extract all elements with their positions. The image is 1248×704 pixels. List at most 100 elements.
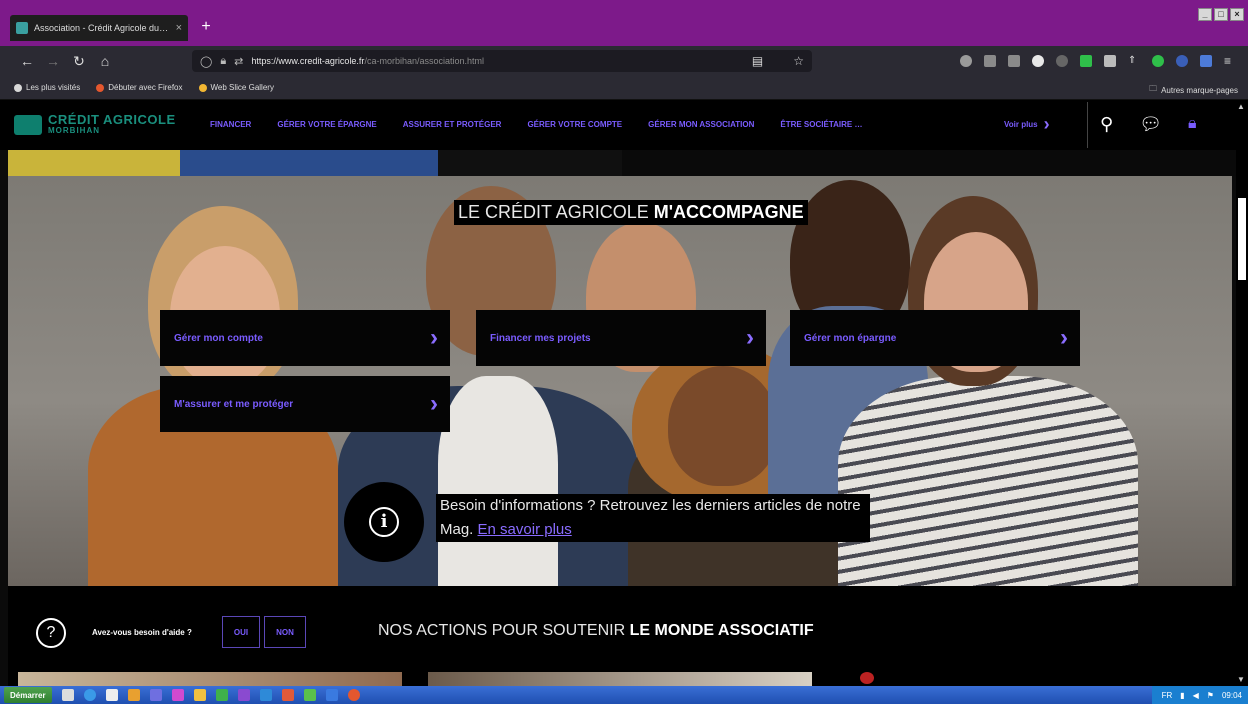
app-icon[interactable] — [149, 689, 162, 701]
library-icon[interactable] — [1008, 55, 1020, 67]
taskbar-apps — [61, 689, 360, 701]
help-question: Avez-vous besoin d'aide ? — [92, 628, 192, 637]
menu-icon[interactable]: ≡ — [1224, 55, 1236, 67]
search-icon[interactable]: ⚲ — [1100, 114, 1113, 134]
bookmark-gear-icon — [14, 83, 22, 92]
hero-banner: LE CRÉDIT AGRICOLE M'ACCOMPAGNE Gérer mo… — [8, 176, 1232, 586]
app-icon[interactable] — [193, 689, 206, 701]
card-assurer-proteger[interactable]: M'assurer et me protéger › — [160, 376, 450, 432]
bookmark-item[interactable]: Web Slice Gallery — [198, 83, 274, 92]
extension-5-icon[interactable]: ⇑ — [1128, 55, 1140, 67]
chevron-right-icon: › — [430, 390, 438, 417]
other-bookmarks-label: Autres marque-pages — [1161, 85, 1238, 95]
help-no-button[interactable]: NON — [264, 616, 306, 648]
app-icon[interactable] — [237, 689, 250, 701]
network-icon[interactable]: ▮ — [1180, 691, 1184, 700]
extensions: ⇑ ≡ — [960, 50, 1236, 72]
scroll-thumb[interactable] — [1238, 198, 1246, 280]
scroll-down-icon[interactable]: ▼ — [1237, 675, 1245, 684]
bookmark-label: Débuter avec Firefox — [108, 83, 183, 92]
nav-financer[interactable]: FINANCER — [210, 120, 251, 129]
bookmark-star-icon[interactable]: ☆ — [793, 54, 804, 68]
logo[interactable]: CRÉDIT AGRICOLE MORBIHAN — [14, 113, 176, 136]
firefox-icon — [96, 83, 105, 92]
pocket-icon[interactable] — [984, 55, 996, 67]
extension-7-icon[interactable] — [1176, 55, 1188, 67]
article-thumbnail[interactable] — [18, 672, 402, 686]
nav-societaire[interactable]: ÊTRE SOCIÉTAIRE … — [780, 120, 862, 129]
card-label: Gérer mon épargne — [804, 332, 897, 344]
clock[interactable]: 09:04 — [1222, 691, 1242, 700]
card-gerer-epargne[interactable]: Gérer mon épargne › — [790, 310, 1080, 366]
logo-text: CRÉDIT AGRICOLE MORBIHAN — [48, 113, 176, 136]
other-bookmarks[interactable]: 🗀︎ Autres marque-pages — [1149, 83, 1238, 97]
extension-8-icon[interactable] — [1200, 55, 1212, 67]
app-icon[interactable] — [281, 689, 294, 701]
screen: Association - Crédit Agricole du M… × + … — [0, 0, 1248, 704]
home-icon[interactable]: ⌂ — [92, 48, 118, 74]
chat-icon[interactable]: 💬︎ — [1139, 114, 1162, 134]
reload-icon[interactable]: ↻ — [66, 48, 92, 74]
bookmark-item[interactable]: Les plus visités — [14, 83, 80, 92]
show-desktop-icon[interactable] — [61, 689, 74, 701]
scroll-up-icon[interactable]: ▲ — [1237, 102, 1245, 111]
start-button[interactable]: Démarrer — [4, 687, 52, 703]
forward-icon[interactable]: → — [40, 48, 66, 74]
card-gerer-compte[interactable]: Gérer mon compte › — [160, 310, 450, 366]
account-icon[interactable] — [960, 55, 972, 67]
back-icon[interactable]: ← — [14, 48, 40, 74]
header-divider — [1087, 102, 1088, 148]
url-text[interactable]: https://www.credit-agricole.fr/ca-morbih… — [251, 56, 484, 66]
ie-icon[interactable] — [83, 689, 96, 701]
extension-1-icon[interactable] — [1032, 55, 1044, 67]
app-icon[interactable] — [171, 689, 184, 701]
article-thumbnail[interactable] — [428, 672, 812, 686]
bookmark-item[interactable]: Débuter avec Firefox — [96, 83, 183, 92]
main-nav: FINANCER GÉRER VOTRE ÉPARGNE ASSURER ET … — [210, 120, 862, 129]
account-lock-icon[interactable]: 🔒︎ — [1188, 114, 1197, 134]
tab-close-icon[interactable]: × — [176, 22, 182, 34]
lock-icon[interactable]: 🔒︎ — [220, 55, 226, 68]
maximize-icon[interactable]: □ — [1214, 8, 1228, 21]
voir-plus-button[interactable]: Voir plus › — [1004, 114, 1050, 135]
new-tab-button[interactable]: + — [196, 17, 216, 37]
url-bar[interactable]: ◯ 🔒︎ ⇄ https://www.credit-agricole.fr/ca… — [192, 50, 812, 72]
folder-icon: 🗀︎ — [1149, 84, 1158, 93]
nav-assurer[interactable]: ASSURER ET PROTÉGER — [403, 120, 502, 129]
card-financer-projets[interactable]: Financer mes projets › — [476, 310, 766, 366]
permissions-icon[interactable]: ⇄ — [234, 55, 243, 68]
chevron-right-icon: › — [746, 324, 754, 351]
bookmark-label: Les plus visités — [26, 83, 81, 92]
extension-2-icon[interactable] — [1056, 55, 1068, 67]
app-icon[interactable] — [259, 689, 272, 701]
firefox-taskbar-icon[interactable] — [347, 689, 360, 701]
minimize-icon[interactable]: _ — [1198, 8, 1212, 21]
reader-view-icon[interactable]: ▤ — [752, 54, 763, 68]
info-circle: i — [344, 482, 424, 562]
favicon-icon — [16, 22, 28, 34]
language-indicator[interactable]: FR — [1162, 691, 1173, 700]
help-yes-button[interactable]: OUI — [222, 616, 260, 648]
app-icon[interactable] — [105, 689, 118, 701]
volume-icon[interactable]: ◀ — [1193, 691, 1199, 700]
extension-6-icon[interactable] — [1152, 55, 1164, 67]
flag-icon[interactable]: ⚑ — [1207, 691, 1214, 700]
app-icon[interactable] — [325, 689, 338, 701]
app-icon[interactable] — [127, 689, 140, 701]
app-icon[interactable] — [303, 689, 316, 701]
en-savoir-plus-link[interactable]: En savoir plus — [478, 521, 572, 538]
article-thumbnail[interactable] — [860, 672, 874, 684]
voir-plus-label: Voir plus — [1004, 120, 1038, 129]
bookmark-label: Web Slice Gallery — [210, 83, 274, 92]
nav-compte[interactable]: GÉRER VOTRE COMPTE — [527, 120, 622, 129]
extension-4-icon[interactable] — [1104, 55, 1116, 67]
app-icon[interactable] — [215, 689, 228, 701]
close-window-icon[interactable]: × — [1230, 8, 1244, 21]
browser-tab[interactable]: Association - Crédit Agricole du M… × — [10, 15, 188, 41]
nav-association[interactable]: GÉRER MON ASSOCIATION — [648, 120, 754, 129]
shield-icon[interactable]: ◯ — [200, 55, 212, 68]
nav-epargne[interactable]: GÉRER VOTRE ÉPARGNE — [277, 120, 376, 129]
page-scrollbar[interactable]: ▲ ▼ — [1236, 100, 1248, 686]
extension-3-icon[interactable] — [1080, 55, 1092, 67]
section-title-light: NOS ACTIONS POUR SOUTENIR — [378, 622, 630, 639]
